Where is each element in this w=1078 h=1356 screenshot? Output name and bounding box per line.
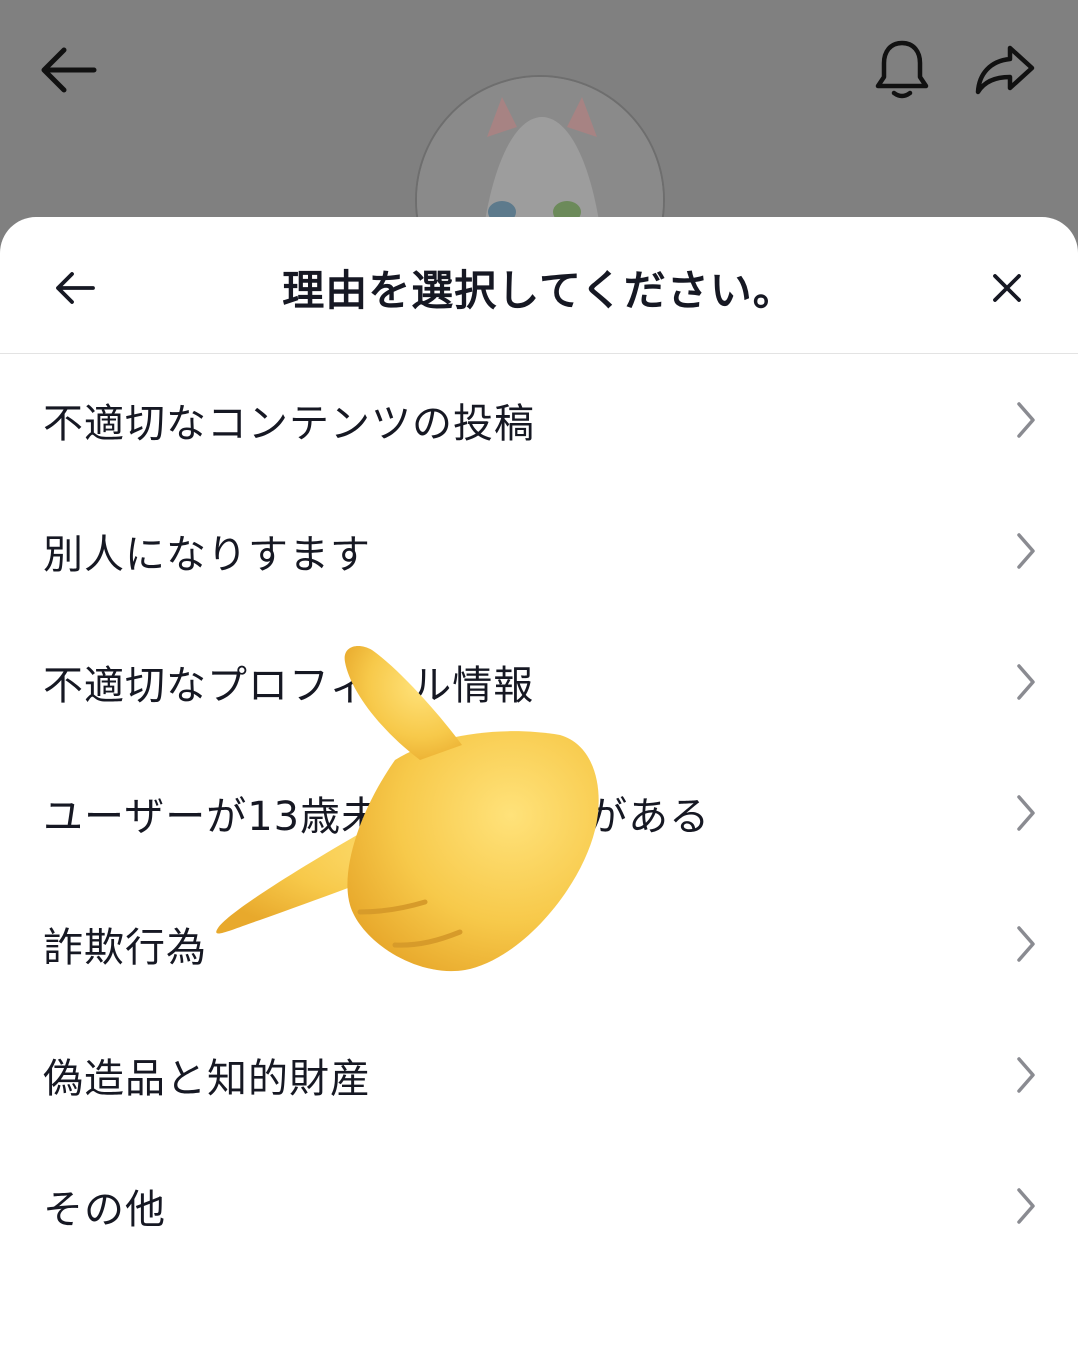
share-button[interactable] xyxy=(965,30,1045,110)
reason-list: 不適切なコンテンツの投稿 別人になりすます 不適切なプロフィール情報 ユーザーが… xyxy=(0,354,1078,1271)
reason-item-inappropriate-content[interactable]: 不適切なコンテンツの投稿 xyxy=(0,354,1078,485)
report-screen: 理由を選択してください。 不適切なコンテンツの投稿 別人になりすます 不適切なプ… xyxy=(0,0,1078,1356)
reason-label: その他 xyxy=(43,1186,166,1233)
report-reason-sheet: 理由を選択してください。 不適切なコンテンツの投稿 別人になりすます 不適切なプ… xyxy=(0,217,1078,1356)
reason-item-underage-user[interactable]: ユーザーが13歳未満の可能性がある xyxy=(0,747,1078,878)
chevron-right-icon xyxy=(1017,925,1035,962)
sheet-close-button[interactable] xyxy=(972,253,1042,323)
reason-label: 詐欺行為 xyxy=(43,924,207,971)
chevron-right-icon xyxy=(1017,794,1035,831)
profile-header-dimmed xyxy=(0,0,1078,325)
chevron-right-icon xyxy=(1017,663,1035,700)
chevron-right-icon xyxy=(1017,1187,1035,1224)
reason-label: 別人になりすます xyxy=(43,531,371,578)
reason-item-impersonation[interactable]: 別人になりすます xyxy=(0,485,1078,616)
sheet-title: 理由を選択してください。 xyxy=(282,266,796,315)
reason-item-fraud[interactable]: 詐欺行為 xyxy=(0,878,1078,1009)
share-icon xyxy=(975,45,1035,95)
chevron-right-icon xyxy=(1017,401,1035,438)
reason-label: 不適切なプロフィール情報 xyxy=(43,662,535,709)
reason-item-counterfeit-ip[interactable]: 偽造品と知的財産 xyxy=(0,1009,1078,1140)
chevron-right-icon xyxy=(1017,532,1035,569)
reason-item-other[interactable]: その他 xyxy=(0,1140,1078,1271)
back-arrow-icon xyxy=(41,47,97,93)
close-icon xyxy=(993,274,1021,302)
reason-item-inappropriate-profile[interactable]: 不適切なプロフィール情報 xyxy=(0,616,1078,747)
reason-label: 偽造品と知的財産 xyxy=(43,1055,371,1102)
notification-bell-button[interactable] xyxy=(862,30,942,110)
chevron-right-icon xyxy=(1017,1056,1035,1093)
top-back-button[interactable] xyxy=(28,30,108,110)
reason-label: 不適切なコンテンツの投稿 xyxy=(43,400,535,447)
sheet-header: 理由を選択してください。 xyxy=(0,217,1078,354)
reason-label: ユーザーが13歳未満の可能性がある xyxy=(43,793,711,840)
bell-icon xyxy=(875,40,929,99)
